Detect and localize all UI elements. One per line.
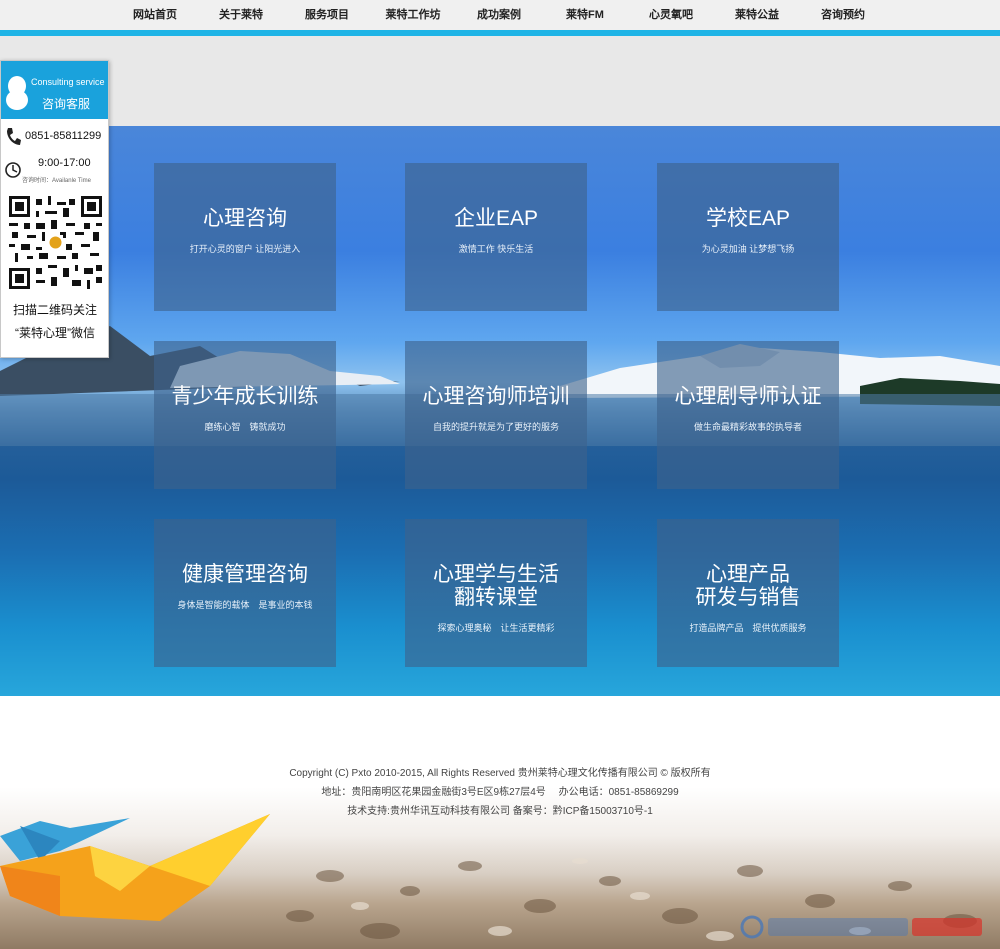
- tile-subtitle: 自我的提升就是为了更好的服务: [432, 422, 559, 432]
- scan-hint-line1: 扫描二维码关注: [12, 303, 97, 317]
- tile-title: 青少年成长训练: [171, 385, 319, 408]
- nav-item-cases[interactable]: 成功案例: [456, 0, 542, 30]
- phone-icon: [7, 128, 21, 145]
- consult-title-en: Consulting service: [31, 77, 105, 87]
- nav-item-about[interactable]: 关于莱特: [198, 0, 284, 30]
- tile-psychology-life[interactable]: 心理学与生活 翻转课堂 探索心理奥秘 让生活更精彩: [405, 519, 587, 667]
- tile-title-line2: 研发与销售: [695, 586, 801, 609]
- tile-enterprise-eap[interactable]: 企业EAP 激情工作 快乐生活: [405, 163, 587, 311]
- tile-subtitle: 打造品牌产品 提供优质服务: [689, 623, 807, 633]
- tile-title-line2: 翻转课堂: [454, 586, 538, 609]
- tile-counselor-training[interactable]: 心理咨询师培训 自我的提升就是为了更好的服务: [405, 341, 587, 489]
- tile-subtitle: 为心灵加油 让梦想飞扬: [701, 244, 795, 254]
- watermark-logo: [740, 915, 982, 939]
- tile-title: 学校EAP: [705, 207, 791, 230]
- consult-hours: 9:00-17:00: [38, 157, 91, 169]
- footer-copyright: Copyright (C) Pxto 2010-2015, All Rights…: [289, 768, 711, 779]
- hours-row: 9:00-17:00 咨询时间：Availanle Time: [5, 155, 109, 185]
- tile-title: 健康管理咨询: [182, 563, 308, 586]
- consult-hours-label: 咨询时间：Availanle Time: [22, 178, 91, 184]
- nav-item-fm[interactable]: 莱特FM: [542, 0, 628, 30]
- consult-header[interactable]: Consulting service 咨询客服: [1, 61, 108, 119]
- phone-row: 0851-85811299: [5, 127, 109, 147]
- nav-item-charity[interactable]: 莱特公益: [714, 0, 800, 30]
- tile-title: 心理学与生活: [433, 563, 559, 586]
- banner-gap: [0, 36, 1000, 126]
- nav-item-workshop[interactable]: 莱特工作坊: [370, 0, 456, 30]
- qq-penguin-icon: [6, 76, 28, 110]
- scan-hint-line2: “莱特心理”微信: [15, 326, 95, 340]
- tile-youth-training[interactable]: 青少年成长训练 磨练心智 铸就成功: [154, 341, 336, 489]
- tile-title: 心理产品: [706, 563, 790, 586]
- wechat-qr-code: [9, 196, 102, 289]
- nav-menu: 网站首页 关于莱特 服务项目 莱特工作坊 成功案例 莱特FM 心灵氧吧 莱特公益…: [112, 0, 886, 30]
- tile-subtitle: 激情工作 快乐生活: [458, 244, 534, 254]
- tile-title: 心理咨询: [203, 207, 287, 230]
- tile-health-management[interactable]: 健康管理咨询 身体是智能的载体 是事业的本钱: [154, 519, 336, 667]
- tile-title: 心理咨询师培训: [422, 385, 570, 408]
- nav-item-booking[interactable]: 咨询预约: [800, 0, 886, 30]
- tile-subtitle: 磨练心智 铸就成功: [204, 422, 286, 432]
- tile-psychodrama-certification[interactable]: 心理剧导师认证 做生命最精彩故事的执导者: [657, 341, 839, 489]
- clock-icon: [5, 162, 21, 178]
- tile-subtitle: 身体是智能的载体 是事业的本钱: [177, 600, 313, 610]
- consult-title-cn: 咨询客服: [42, 97, 91, 111]
- tile-psych-products[interactable]: 心理产品 研发与销售 打造品牌产品 提供优质服务: [657, 519, 839, 667]
- consult-sidebar: Consulting service 咨询客服 0851-85811299 9:…: [0, 60, 109, 358]
- tile-subtitle: 做生命最精彩故事的执导者: [693, 422, 802, 432]
- tile-counseling[interactable]: 心理咨询 打开心灵的窗户 让阳光进入: [154, 163, 336, 311]
- footer-address: 地址：贵阳南明区花果园金融街3号E区9栋27层4号 办公电话：0851-8586…: [321, 787, 679, 798]
- tile-title: 心理剧导师认证: [674, 385, 822, 408]
- nav-item-home[interactable]: 网站首页: [112, 0, 198, 30]
- top-nav: 网站首页 关于莱特 服务项目 莱特工作坊 成功案例 莱特FM 心灵氧吧 莱特公益…: [0, 0, 1000, 30]
- tile-title: 企业EAP: [453, 207, 539, 230]
- tile-subtitle: 打开心灵的窗户 让阳光进入: [189, 244, 301, 254]
- nav-item-oxygen[interactable]: 心灵氧吧: [628, 0, 714, 30]
- consult-phone: 0851-85811299: [25, 130, 102, 142]
- tile-school-eap[interactable]: 学校EAP 为心灵加油 让梦想飞扬: [657, 163, 839, 311]
- paper-boat-image: [0, 814, 270, 921]
- nav-item-services[interactable]: 服务项目: [284, 0, 370, 30]
- tile-subtitle: 探索心理奥秘 让生活更精彩: [437, 623, 555, 633]
- hero-banner: 心理咨询 打开心灵的窗户 让阳光进入 企业EAP 激情工作 快乐生活 学校EAP…: [0, 126, 1000, 696]
